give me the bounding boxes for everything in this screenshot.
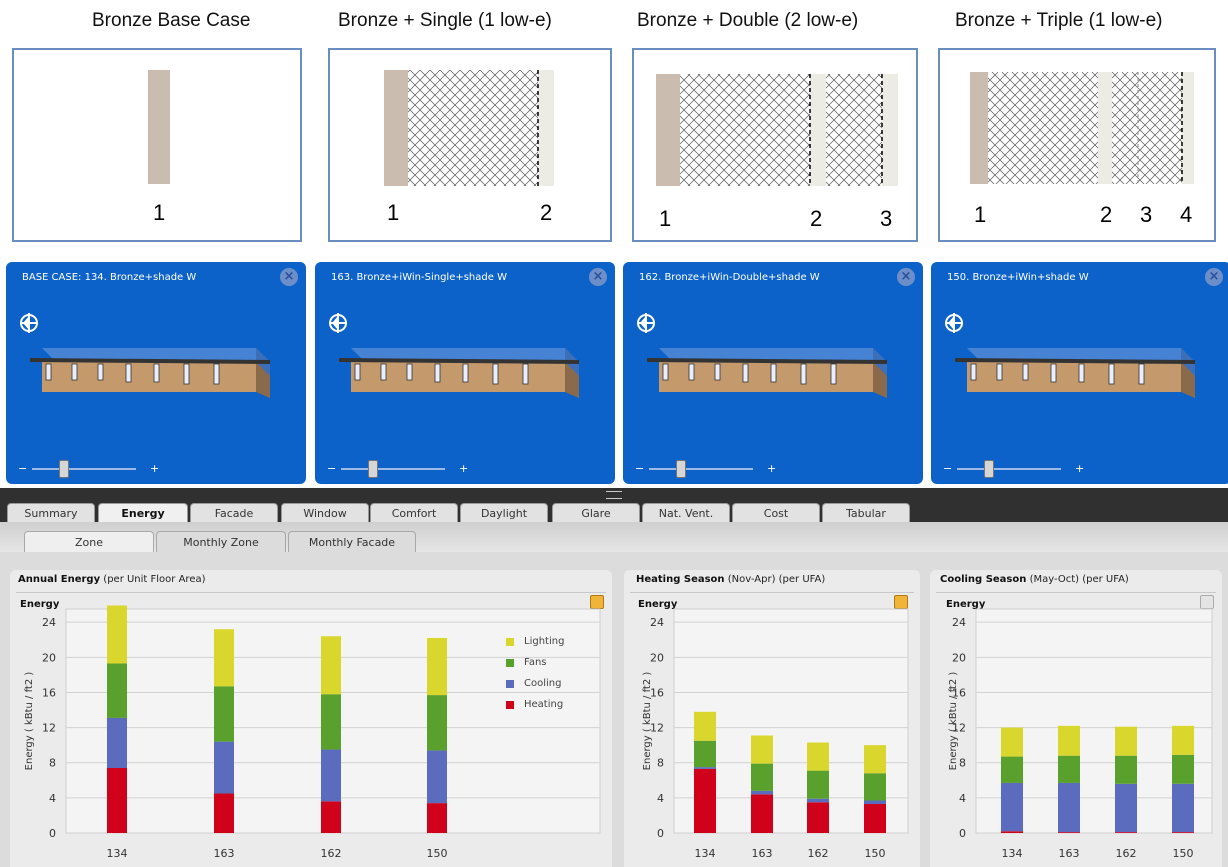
legend-swatch-lighting xyxy=(506,638,514,646)
tab-daylight[interactable]: Daylight xyxy=(460,503,548,522)
pane-label: 2 xyxy=(540,200,553,225)
card-title: Cooling Season (May-Oct) (per UFA) xyxy=(940,574,1129,585)
pane-label: 1 xyxy=(974,202,987,227)
chart-type-icon[interactable] xyxy=(590,595,604,609)
splitter-handle-icon[interactable] xyxy=(606,491,622,499)
heating-season-card: Heating Season (Nov-Apr) (per UFA) Energ… xyxy=(624,570,920,867)
subtab-monthly-facade[interactable]: Monthly Facade xyxy=(288,531,416,552)
glazing-section-single xyxy=(384,70,554,186)
pane-label: 4 xyxy=(1180,202,1193,227)
diagram-single: 1 2 xyxy=(328,48,612,242)
card-divider xyxy=(630,592,914,593)
compass-icon[interactable] xyxy=(18,312,40,334)
card-title: Heating Season (Nov-Apr) (per UFA) xyxy=(636,574,826,585)
diagram-caption-1: Bronze Base Case xyxy=(92,10,251,31)
zoom-out-button[interactable]: − xyxy=(635,462,644,475)
tab-comfort[interactable]: Comfort xyxy=(370,503,458,522)
zoom-in-button[interactable]: + xyxy=(767,462,776,475)
tab-cost[interactable]: Cost xyxy=(732,503,820,522)
card-divider xyxy=(936,592,1216,593)
scenario-panel-3[interactable]: 162. Bronze+iWin-Double+shade W × − + xyxy=(623,262,923,484)
zoom-out-button[interactable]: − xyxy=(943,462,952,475)
pane-label: 1 xyxy=(153,200,166,225)
close-icon[interactable]: × xyxy=(280,268,298,286)
zoom-slider-thumb[interactable] xyxy=(676,460,687,478)
pane-label: 2 xyxy=(1100,202,1113,227)
pane-label: 3 xyxy=(880,206,893,231)
tab-window[interactable]: Window xyxy=(281,503,369,522)
zoom-slider-thumb[interactable] xyxy=(368,460,379,478)
legend-label-lighting: Lighting xyxy=(524,636,565,647)
subtab-zone[interactable]: Zone xyxy=(24,531,154,552)
diagram-caption-3: Bronze + Double (2 low-e) xyxy=(637,10,859,31)
diagram-caption-2: Bronze + Single (1 low-e) xyxy=(338,10,552,31)
tab-glare[interactable]: Glare xyxy=(552,503,640,522)
building-model-icon[interactable] xyxy=(335,336,587,406)
compass-icon[interactable] xyxy=(327,312,349,334)
zoom-in-button[interactable]: + xyxy=(1075,462,1084,475)
annual-energy-card: Annual Energy (per Unit Floor Area) Ener… xyxy=(10,570,612,867)
scenario-title: 163. Bronze+iWin-Single+shade W xyxy=(331,272,507,283)
diagram-base-case: 1 xyxy=(12,48,302,242)
pane-label: 1 xyxy=(659,206,672,231)
legend-swatch-cooling xyxy=(506,680,514,688)
legend-label-fans: Fans xyxy=(524,657,547,668)
close-icon[interactable]: × xyxy=(1205,268,1223,286)
zoom-slider-track[interactable] xyxy=(341,468,445,470)
tab-summary[interactable]: Summary xyxy=(7,503,95,522)
card-title: Annual Energy (per Unit Floor Area) xyxy=(18,574,206,585)
scenario-title: BASE CASE: 134. Bronze+shade W xyxy=(22,272,197,283)
scenario-panel-4[interactable]: 150. Bronze+iWin+shade W × − + xyxy=(931,262,1228,484)
bronze-glass-pane xyxy=(148,70,170,184)
scenario-title: 150. Bronze+iWin+shade W xyxy=(947,272,1089,283)
scenario-panel-2[interactable]: 163. Bronze+iWin-Single+shade W × − + xyxy=(315,262,615,484)
compass-icon[interactable] xyxy=(635,312,657,334)
compass-icon[interactable] xyxy=(943,312,965,334)
zoom-slider-track[interactable] xyxy=(649,468,753,470)
zoom-slider-thumb[interactable] xyxy=(984,460,995,478)
building-model-icon[interactable] xyxy=(951,336,1203,406)
diagram-double: 1 2 3 xyxy=(632,48,918,242)
zoom-in-button[interactable]: + xyxy=(459,462,468,475)
chart-type-icon[interactable] xyxy=(1200,595,1214,609)
zoom-slider-thumb[interactable] xyxy=(59,460,70,478)
diagram-caption-4: Bronze + Triple (1 low-e) xyxy=(955,10,1163,31)
chart-section-label: Energy xyxy=(638,599,678,610)
tab-energy[interactable]: Energy xyxy=(98,503,188,522)
legend-swatch-fans xyxy=(506,659,514,667)
chart-section-label: Energy xyxy=(20,599,60,610)
zoom-out-button[interactable]: − xyxy=(18,462,27,475)
tab-facade[interactable]: Facade xyxy=(190,503,278,522)
tab-tabular[interactable]: Tabular xyxy=(822,503,910,522)
building-model-icon[interactable] xyxy=(26,336,278,406)
pane-label: 3 xyxy=(1140,202,1153,227)
tab-nat-vent[interactable]: Nat. Vent. xyxy=(642,503,730,522)
legend-label-cooling: Cooling xyxy=(524,678,562,689)
pane-label: 2 xyxy=(810,206,823,231)
cooling-season-card: Cooling Season (May-Oct) (per UFA) Energ… xyxy=(930,570,1222,867)
scenario-title: 162. Bronze+iWin-Double+shade W xyxy=(639,272,820,283)
card-divider xyxy=(16,592,606,593)
close-icon[interactable]: × xyxy=(897,268,915,286)
glazing-section-double xyxy=(656,74,898,186)
zoom-slider-track[interactable] xyxy=(32,468,136,470)
legend-label-heating: Heating xyxy=(524,699,564,710)
zoom-in-button[interactable]: + xyxy=(150,462,159,475)
close-icon[interactable]: × xyxy=(589,268,607,286)
pane-label: 1 xyxy=(387,200,400,225)
zoom-out-button[interactable]: − xyxy=(327,462,336,475)
chart-section-label: Energy xyxy=(946,599,986,610)
zoom-slider-track[interactable] xyxy=(957,468,1061,470)
diagram-triple: 1 2 3 4 xyxy=(938,48,1216,242)
subtab-monthly-zone[interactable]: Monthly Zone xyxy=(156,531,286,552)
building-model-icon[interactable] xyxy=(643,336,895,406)
legend-swatch-heating xyxy=(506,701,514,709)
scenario-panel-1[interactable]: BASE CASE: 134. Bronze+shade W × − + xyxy=(6,262,306,484)
chart-type-icon[interactable] xyxy=(894,595,908,609)
